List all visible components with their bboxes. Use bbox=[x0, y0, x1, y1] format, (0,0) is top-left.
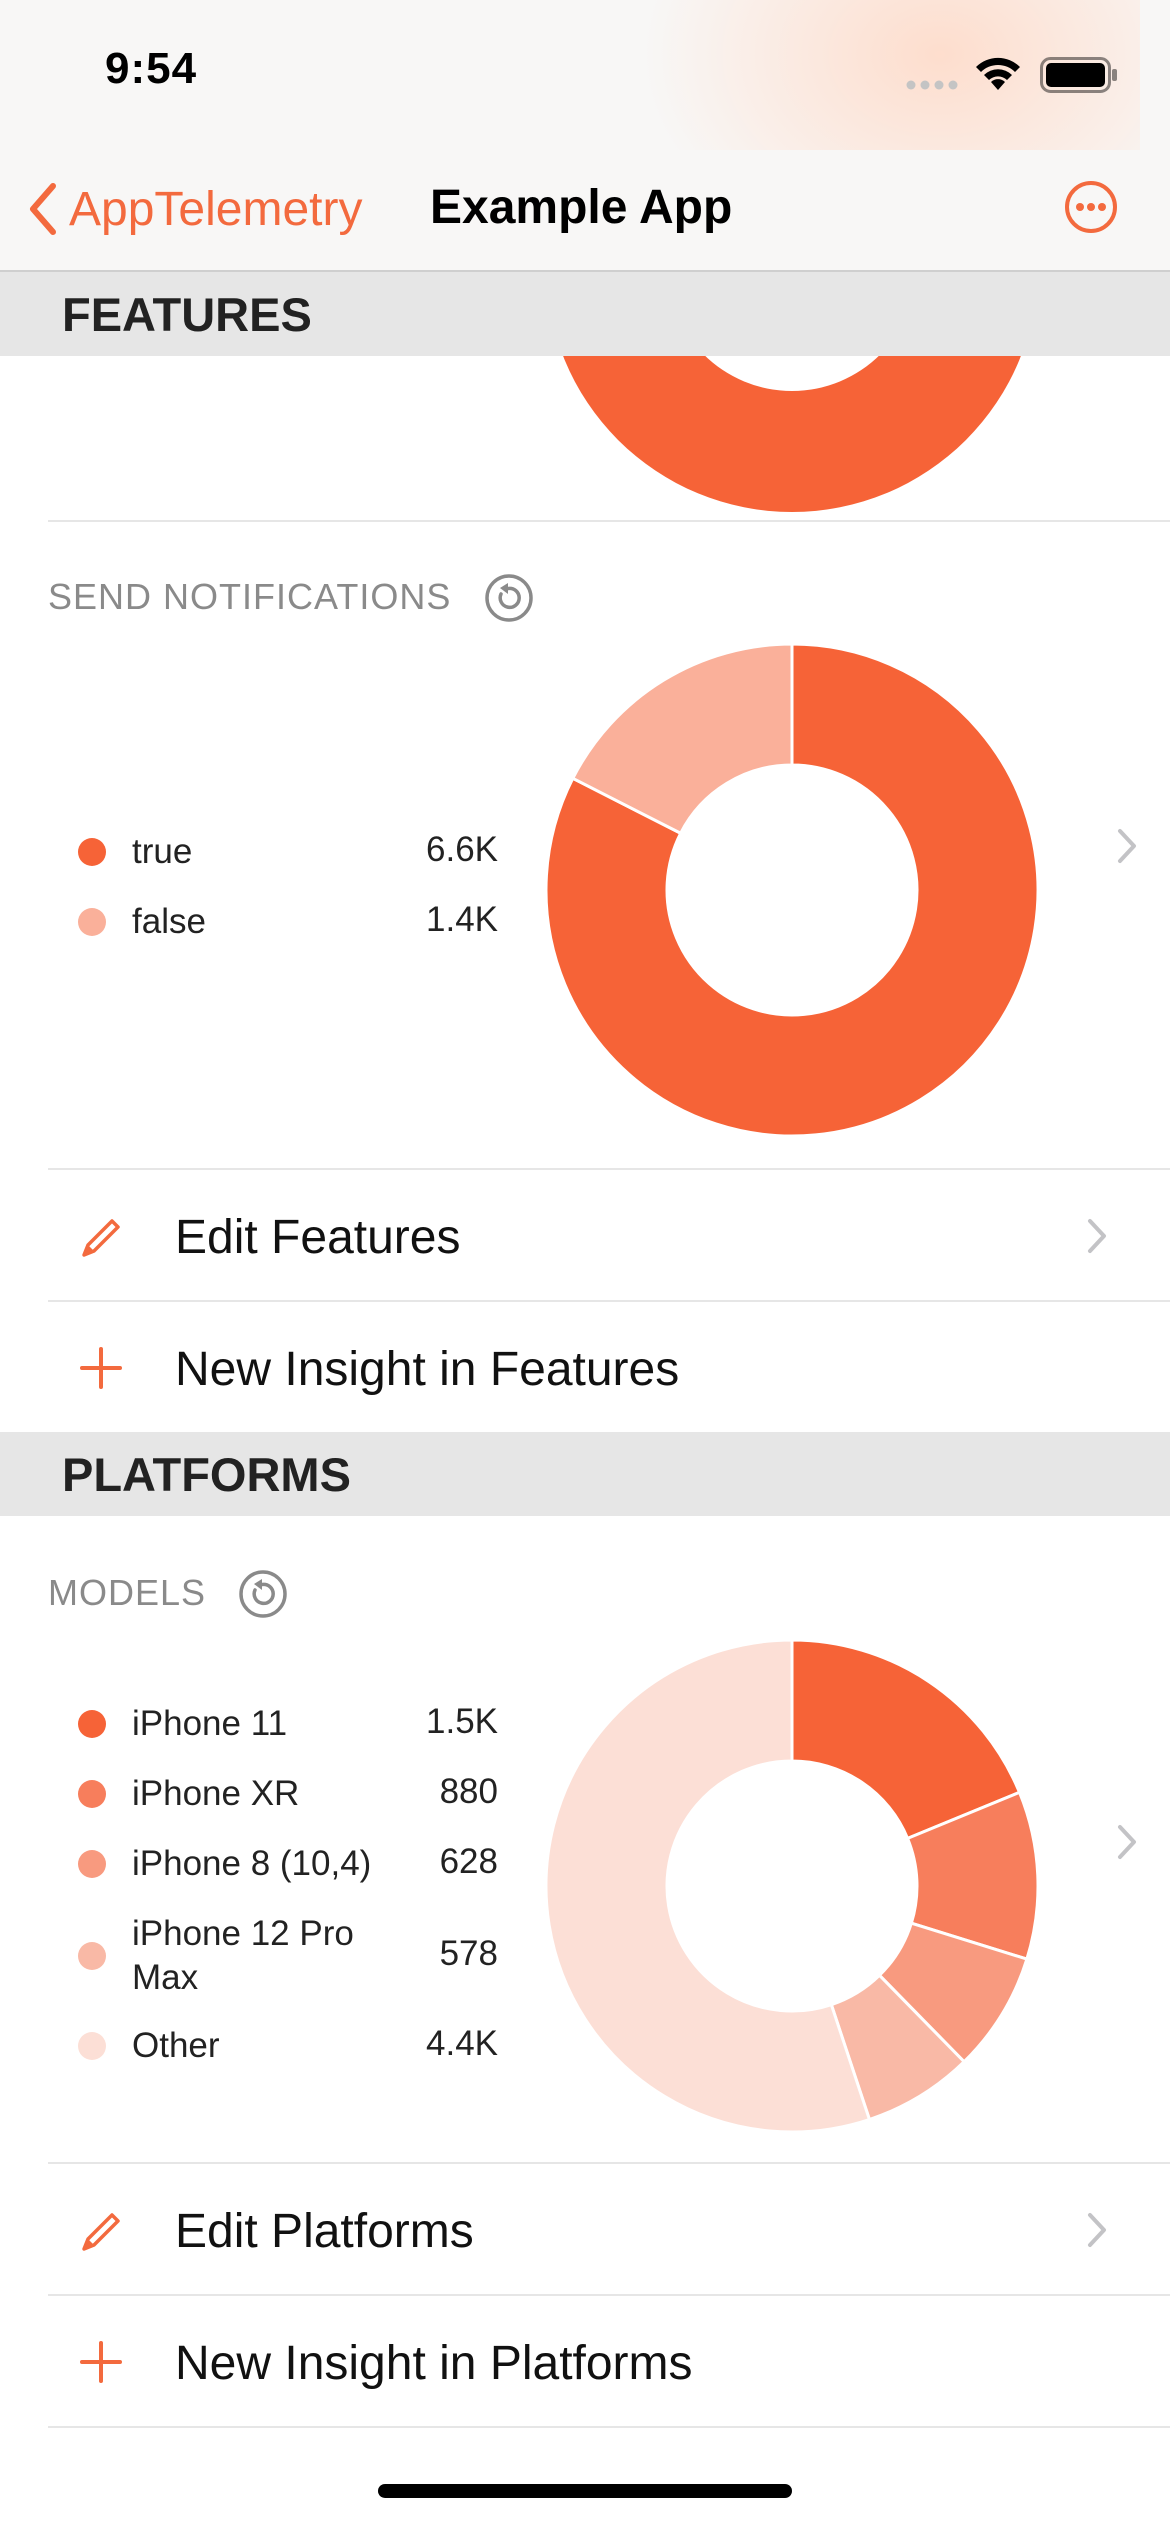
legend-swatch bbox=[78, 908, 106, 936]
back-button-label: AppTelemetry bbox=[69, 182, 363, 236]
legend-swatch bbox=[78, 838, 106, 866]
page-title: Example App bbox=[430, 181, 733, 234]
section-header-features-label: FEATURES bbox=[62, 287, 312, 341]
ellipsis-circle-icon[interactable] bbox=[1064, 180, 1118, 234]
section-header-platforms: PLATFORMS bbox=[0, 1432, 1170, 1516]
chevron-right-icon bbox=[1088, 2213, 1106, 2247]
pencil-icon bbox=[82, 1219, 120, 1257]
chevron-right-icon[interactable] bbox=[1112, 826, 1142, 866]
new-insight-features-label: New Insight in Features bbox=[175, 1343, 680, 1396]
status-time: 9:54 bbox=[105, 44, 198, 93]
plus-icon bbox=[80, 2341, 122, 2383]
send-notifications-donut-chart bbox=[544, 642, 1040, 1138]
edit-features-row[interactable]: Edit Features bbox=[48, 1170, 1170, 1300]
refresh-icon[interactable] bbox=[238, 1569, 288, 1619]
legend-swatch bbox=[78, 1710, 106, 1738]
legend-swatch bbox=[78, 1850, 106, 1878]
legend-value: 1.5K bbox=[426, 1702, 498, 1741]
section-header-platforms-label: PLATFORMS bbox=[62, 1447, 351, 1501]
edit-platforms-row[interactable]: Edit Platforms bbox=[48, 2164, 1170, 2294]
pencil-icon bbox=[82, 2213, 120, 2251]
insight-title: SEND NOTIFICATIONS bbox=[48, 576, 452, 617]
models-donut-chart bbox=[544, 1638, 1040, 2134]
legend-swatch bbox=[78, 1780, 106, 1808]
legend-value: 4.4K bbox=[426, 2024, 498, 2063]
new-insight-platforms-row[interactable]: New Insight in Platforms bbox=[48, 2296, 1170, 2426]
home-indicator[interactable] bbox=[378, 2484, 792, 2498]
legend-value: 628 bbox=[439, 1842, 498, 1881]
legend-swatch bbox=[78, 2032, 106, 2060]
chevron-left-icon bbox=[30, 183, 56, 235]
edit-platforms-label: Edit Platforms bbox=[175, 2205, 474, 2258]
new-insight-platforms-label: New Insight in Platforms bbox=[175, 2337, 693, 2390]
chevron-right-icon bbox=[1088, 1219, 1106, 1253]
legend-swatch bbox=[78, 1942, 106, 1970]
section-header-features: FEATURES bbox=[0, 272, 1170, 356]
wifi-icon bbox=[976, 57, 1020, 90]
legend-value: 6.6K bbox=[426, 830, 498, 869]
legend-value: 880 bbox=[439, 1772, 498, 1811]
new-insight-features-row[interactable]: New Insight in Features bbox=[48, 1302, 1170, 1432]
legend-value: 578 bbox=[439, 1934, 498, 1973]
edit-features-label: Edit Features bbox=[175, 1211, 461, 1264]
chevron-right-icon[interactable] bbox=[1112, 1822, 1142, 1862]
insight-title: MODELS bbox=[48, 1572, 207, 1613]
refresh-icon[interactable] bbox=[484, 573, 534, 623]
legend-value: 1.4K bbox=[426, 900, 498, 939]
divider bbox=[48, 2426, 1170, 2428]
plus-icon bbox=[80, 1347, 122, 1389]
cellular-signal-icon bbox=[906, 80, 958, 90]
battery-icon bbox=[1040, 57, 1117, 93]
back-button[interactable]: AppTelemetry bbox=[25, 180, 362, 238]
